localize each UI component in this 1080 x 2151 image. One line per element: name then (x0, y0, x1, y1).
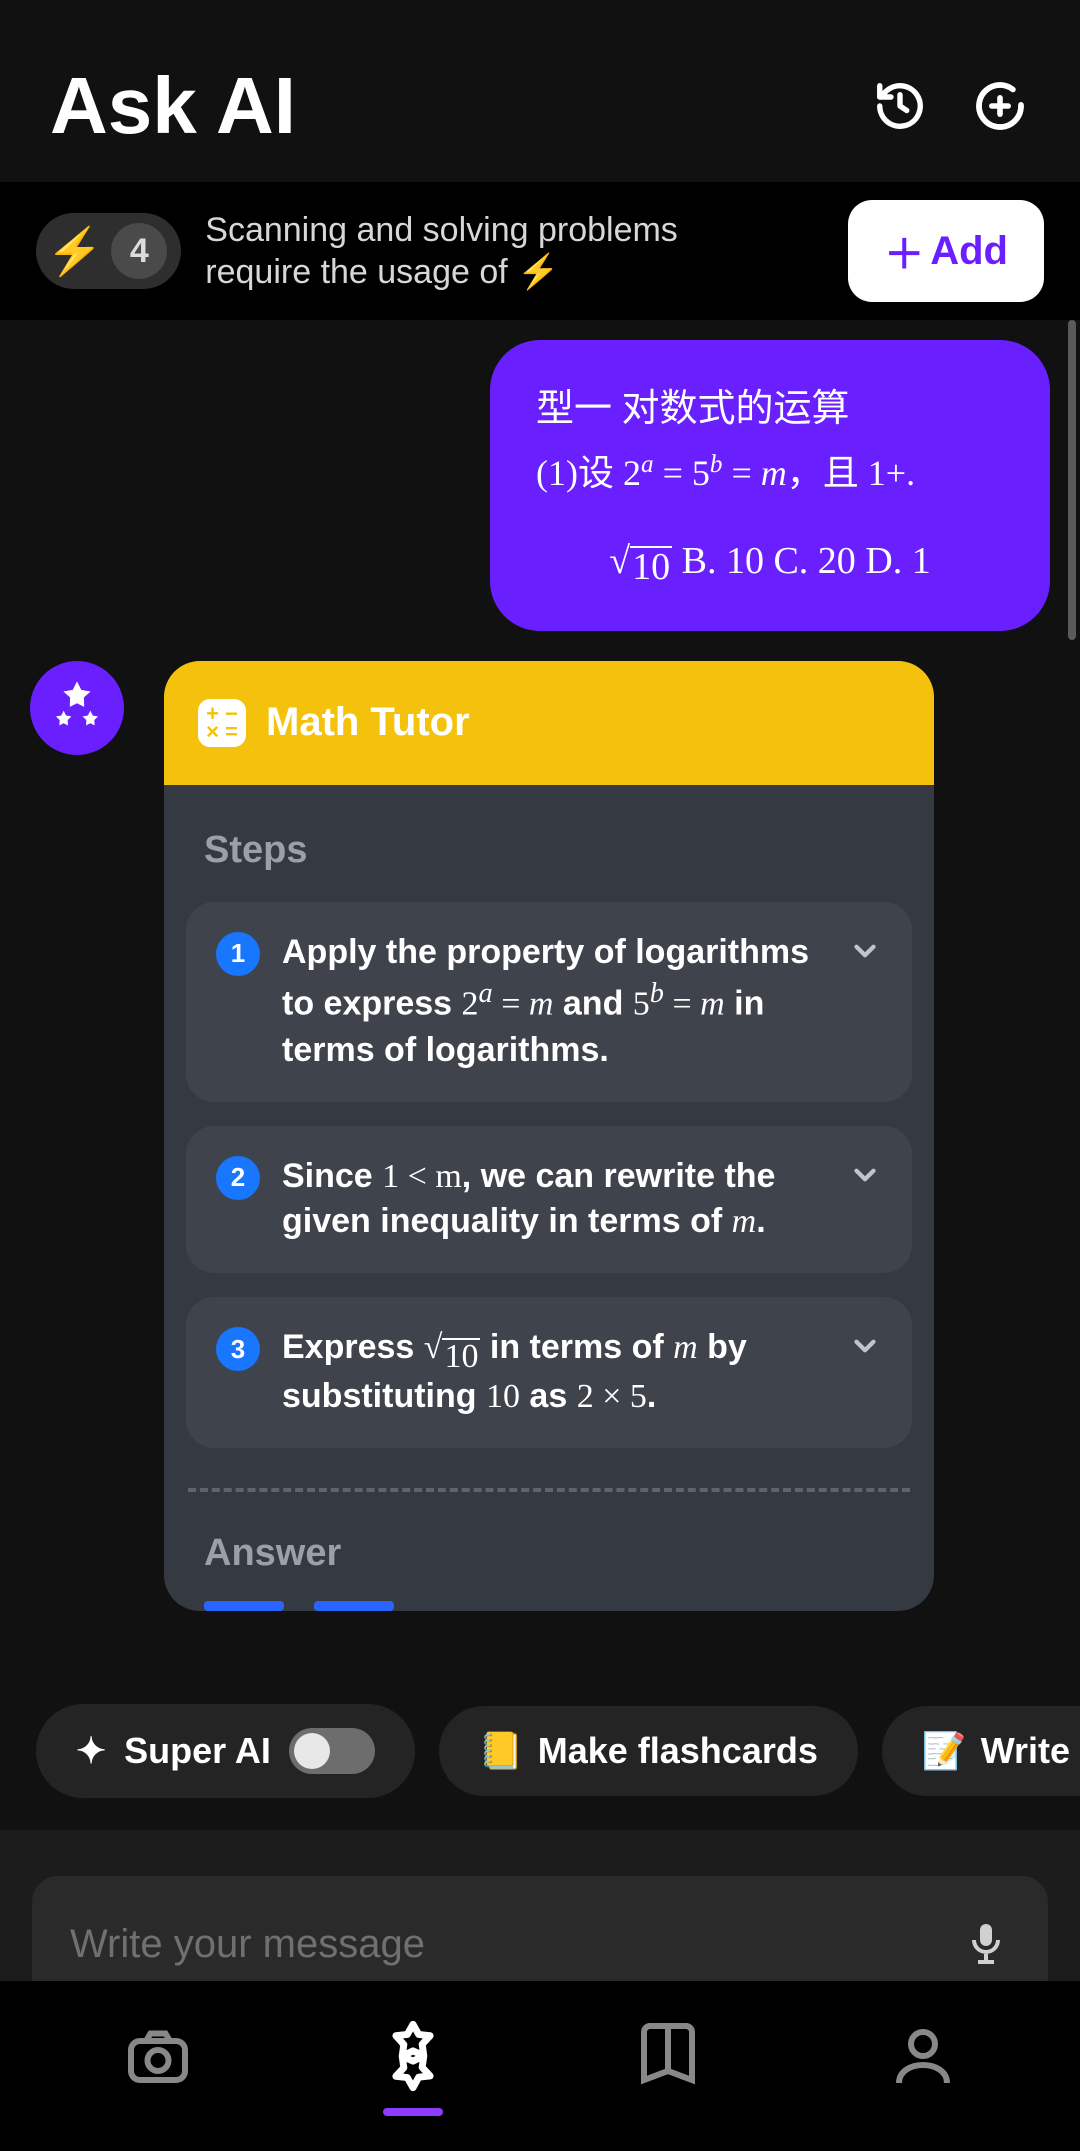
bottom-nav (0, 1981, 1080, 2151)
step-item[interactable]: 1 Apply the property of logarithms to ex… (186, 902, 912, 1102)
chip-label: Write an essay (981, 1730, 1080, 1772)
user-message: 型一 对数式的运算 (1)设 2a = 5b = m，且 1+. √10 B. … (490, 340, 1050, 631)
super-ai-toggle[interactable] (289, 1728, 375, 1774)
chat-scroll[interactable]: 型一 对数式的运算 (1)设 2a = 5b = m，且 1+. √10 B. … (0, 320, 1080, 1611)
step-number: 3 (216, 1327, 260, 1371)
steps-list: 1 Apply the property of logarithms to ex… (164, 902, 934, 1449)
credits-count: 4 (111, 223, 167, 279)
flashcards-chip[interactable]: 📒 Make flashcards (439, 1706, 858, 1796)
tutor-title: Math Tutor (266, 700, 470, 745)
sparkle-icon: ✦ (76, 1730, 106, 1772)
step-text: Since 1 < m, we can rewrite the given in… (282, 1154, 826, 1246)
plus-icon: ＋ (884, 222, 924, 280)
add-credits-button[interactable]: ＋Add (848, 200, 1044, 302)
tutor-header: + −× = Math Tutor (164, 661, 934, 785)
header-actions (870, 76, 1030, 136)
credits-pill[interactable]: ⚡ 4 (36, 213, 181, 289)
chevron-down-icon[interactable] (848, 1329, 882, 1368)
nav-camera[interactable] (116, 2014, 200, 2098)
answer-label: Answer (164, 1492, 934, 1591)
step-item[interactable]: 2 Since 1 < m, we can rewrite the given … (186, 1126, 912, 1274)
step-number: 1 (216, 932, 260, 976)
tutor-icon: + −× = (198, 699, 246, 747)
steps-label: Steps (164, 785, 934, 902)
step-text: Apply the property of logarithms to expr… (282, 930, 826, 1074)
nav-library[interactable] (626, 2014, 710, 2098)
chevron-down-icon[interactable] (848, 1158, 882, 1197)
credits-bar: ⚡ 4 Scanning and solving problems requir… (0, 182, 1080, 320)
new-chat-icon[interactable] (970, 76, 1030, 136)
notebook-icon: 📒 (479, 1730, 524, 1772)
answer-loading (204, 1601, 424, 1611)
chip-label: Make flashcards (538, 1730, 818, 1772)
math-tutor-card: + −× = Math Tutor Steps 1 Apply the prop… (164, 661, 934, 1612)
assistant-message: + −× = Math Tutor Steps 1 Apply the prop… (30, 661, 1050, 1612)
bolt-icon: ⚡ (46, 224, 103, 279)
write-essay-chip[interactable]: 📝 Write an essay (882, 1706, 1080, 1796)
nav-assistant[interactable] (371, 2014, 455, 2098)
step-number: 2 (216, 1156, 260, 1200)
credits-text: Scanning and solving problems require th… (205, 209, 824, 294)
message-placeholder: Write your message (70, 1922, 425, 1967)
scrollbar[interactable] (1068, 320, 1076, 640)
chip-label: Super AI (124, 1730, 271, 1772)
app-header: Ask AI (0, 0, 1080, 182)
mic-icon[interactable] (962, 1918, 1010, 1971)
chevron-down-icon[interactable] (848, 934, 882, 973)
step-item[interactable]: 3 Express √10 in terms of m by substitut… (186, 1297, 912, 1448)
nav-profile[interactable] (881, 2014, 965, 2098)
step-text: Express √10 in terms of m by substitutin… (282, 1325, 826, 1420)
page-title: Ask AI (50, 60, 296, 152)
nav-active-indicator (383, 2108, 443, 2116)
super-ai-toggle-chip[interactable]: ✦ Super AI (36, 1704, 415, 1798)
assistant-avatar (30, 661, 124, 755)
memo-icon: 📝 (922, 1730, 967, 1772)
history-icon[interactable] (870, 76, 930, 136)
suggestion-chips: ✦ Super AI 📒 Make flashcards 📝 Write an … (0, 1704, 1080, 1798)
add-label: Add (930, 229, 1008, 274)
